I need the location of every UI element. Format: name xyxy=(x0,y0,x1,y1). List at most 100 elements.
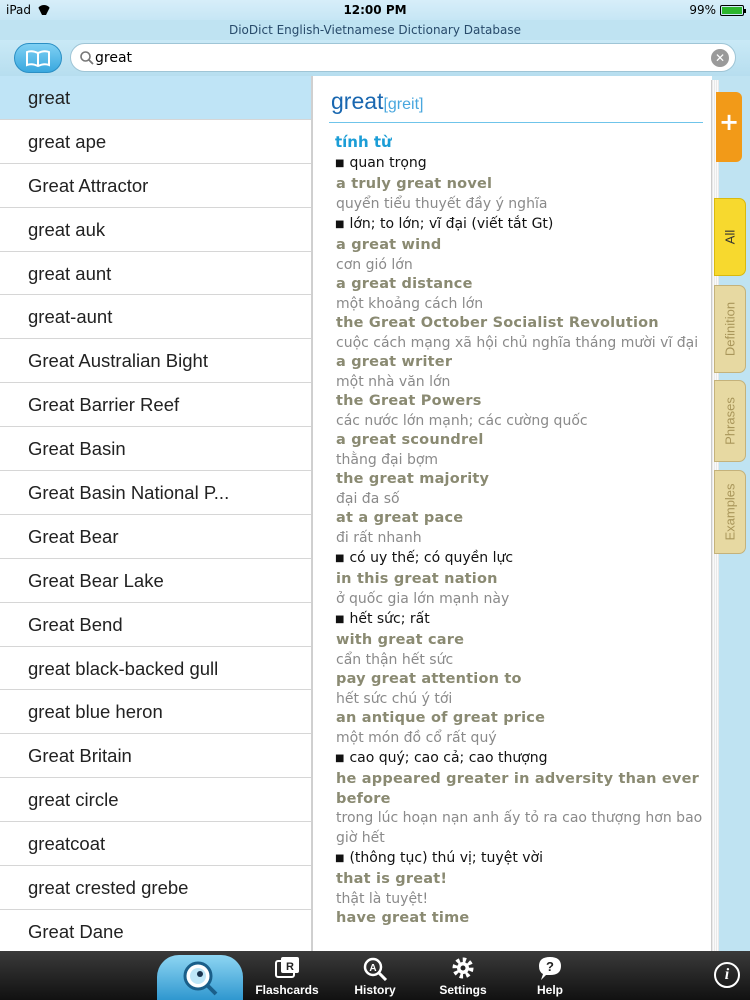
example-translation: một nhà văn lớn xyxy=(336,373,451,390)
example-translation: các nước lớn mạnh; các cường quốc xyxy=(336,412,588,429)
battery-percent: 99% xyxy=(689,3,716,17)
example-translation: đi rất nhanh xyxy=(336,529,422,546)
example-phrase: that is great! xyxy=(336,871,448,887)
example-translation: thằng đại bợm xyxy=(336,451,439,468)
search-icon xyxy=(80,51,94,65)
magnifier-mascot-icon xyxy=(183,961,218,996)
list-item[interactable]: Great Britain xyxy=(0,734,311,779)
list-item[interactable]: Great Bend xyxy=(0,603,311,647)
tab-all-label: All xyxy=(722,229,738,245)
status-bar: iPad 12:00 PM 99% xyxy=(0,0,750,20)
help-button[interactable]: ? Help xyxy=(510,953,590,1000)
list-item[interactable]: great ape xyxy=(0,120,311,164)
sense-definition: lớn; to lớn; vĩ đại (viết tắt Gt) xyxy=(335,214,707,236)
entry-body: tính từ quan trọnga truly great novel quyể… xyxy=(335,131,707,929)
list-item[interactable]: great blue heron xyxy=(0,690,311,735)
example-phrase: in this great nation xyxy=(336,571,498,587)
example-phrase: the Great October Socialist Revolution xyxy=(336,315,659,331)
part-of-speech: tính từ xyxy=(335,133,392,151)
list-item[interactable]: great auk xyxy=(0,208,311,252)
gear-icon xyxy=(452,957,474,979)
header-divider xyxy=(329,122,703,123)
search-bar: ✕ xyxy=(0,40,750,76)
word-list[interactable]: great great ape Great Attractor great auk gr… xyxy=(0,76,312,951)
list-item[interactable]: Great Australian Bight xyxy=(0,339,311,384)
example-translation: ở quốc gia lớn mạnh này xyxy=(336,590,510,607)
list-item[interactable]: great xyxy=(0,76,311,120)
search-field[interactable]: ✕ xyxy=(70,43,736,72)
svg-text:R: R xyxy=(286,961,294,973)
example-translation: một món đồ cổ rất quý xyxy=(336,729,497,746)
info-button[interactable]: i xyxy=(714,962,740,988)
example-phrase: he appeared greater in adversity than ev… xyxy=(336,771,699,807)
search-input[interactable] xyxy=(95,46,695,70)
example-translation: một khoảng cách lớn xyxy=(336,295,484,312)
example-phrase: a great distance xyxy=(336,276,473,292)
example-translation: trong lúc hoạn nạn anh ấy tỏ ra cao thượ… xyxy=(336,810,703,846)
example-phrase: an antique of great price xyxy=(336,710,546,726)
history-icon: A xyxy=(363,957,388,981)
tab-all[interactable]: All xyxy=(714,198,746,276)
example-phrase: pay great attention to xyxy=(336,671,522,687)
example-phrase: have great time xyxy=(336,910,470,926)
example-translation: hết sức chú ý tới xyxy=(336,690,453,707)
settings-label: Settings xyxy=(439,983,487,997)
tab-definition-label: Definition xyxy=(722,301,738,357)
list-item[interactable]: Great Dane xyxy=(0,910,311,951)
open-book-icon xyxy=(26,50,50,67)
settings-button[interactable]: Settings xyxy=(423,953,503,1000)
example-translation: quyển tiểu thuyết đầy ý nghĩa xyxy=(336,195,548,212)
bottom-toolbar: R Flashcards A History Settings ? Help i xyxy=(0,951,750,1000)
tab-definition[interactable]: Definition xyxy=(714,285,746,373)
entry-detail[interactable]: great[greit] tính từ quan trọnga truly gr… xyxy=(312,76,712,951)
example-phrase: a great writer xyxy=(336,354,453,370)
example-phrase: a truly great novel xyxy=(336,176,493,192)
clear-search-button[interactable]: ✕ xyxy=(711,49,729,67)
history-button[interactable]: A History xyxy=(335,953,415,1000)
help-label: Help xyxy=(536,983,563,997)
entry-header: great[greit] xyxy=(331,88,423,115)
sense-definition: (thông tục) thú vị; tuyệt vời xyxy=(335,848,707,870)
list-item[interactable]: great black-backed gull xyxy=(0,647,311,691)
tab-phrases-label: Phrases xyxy=(722,397,738,445)
list-item[interactable]: great circle xyxy=(0,778,311,823)
list-item[interactable]: Great Barrier Reef xyxy=(0,383,311,428)
list-item[interactable]: Great Bear xyxy=(0,515,311,559)
dictionary-book-button[interactable] xyxy=(14,43,62,73)
phonetic: [greit] xyxy=(383,96,424,113)
sense-definition: quan trọng xyxy=(335,153,707,175)
example-phrase: a great wind xyxy=(336,237,442,253)
list-item[interactable]: great-aunt xyxy=(0,295,311,340)
list-item[interactable]: Great Basin National P... xyxy=(0,471,311,515)
list-item[interactable]: great crested grebe xyxy=(0,866,311,910)
clock: 12:00 PM xyxy=(343,3,407,17)
tab-phrases[interactable]: Phrases xyxy=(714,380,746,462)
svg-text:?: ? xyxy=(546,959,554,974)
list-item[interactable]: greatcoat xyxy=(0,822,311,867)
headword: great xyxy=(331,88,384,114)
list-item[interactable]: Great Bear Lake xyxy=(0,559,311,603)
tab-examples[interactable]: Examples xyxy=(714,470,746,554)
app-title: DioDict English-Vietnamese Dictionary Da… xyxy=(228,23,522,37)
add-bookmark-tab[interactable]: + xyxy=(716,92,742,162)
flashcards-button[interactable]: R Flashcards xyxy=(247,953,327,1000)
history-label: History xyxy=(354,983,396,997)
sense-definition: cao quý; cao cả; cao thượng xyxy=(335,748,707,770)
battery-icon xyxy=(720,4,746,16)
tab-examples-label: Examples xyxy=(722,483,738,541)
example-phrase: at a great pace xyxy=(336,510,464,526)
list-item[interactable]: Great Basin xyxy=(0,427,311,472)
dictionary-home-button[interactable] xyxy=(157,955,243,1000)
example-phrase: the Great Powers xyxy=(336,393,482,409)
list-item[interactable]: great aunt xyxy=(0,252,311,296)
sense-definition: hết sức; rất xyxy=(335,609,707,631)
example-phrase: the great majority xyxy=(336,471,490,487)
example-phrase: with great care xyxy=(336,632,465,648)
flashcards-label: Flashcards xyxy=(255,983,319,997)
example-translation: cẩn thận hết sức xyxy=(336,651,454,668)
example-translation: cơn gió lớn xyxy=(336,256,413,273)
sense-definition: có uy thế; có quyền lực xyxy=(335,548,707,570)
list-item[interactable]: Great Attractor xyxy=(0,164,311,208)
flashcards-icon: R xyxy=(275,957,299,978)
example-translation: thật là tuyệt! xyxy=(336,890,429,907)
